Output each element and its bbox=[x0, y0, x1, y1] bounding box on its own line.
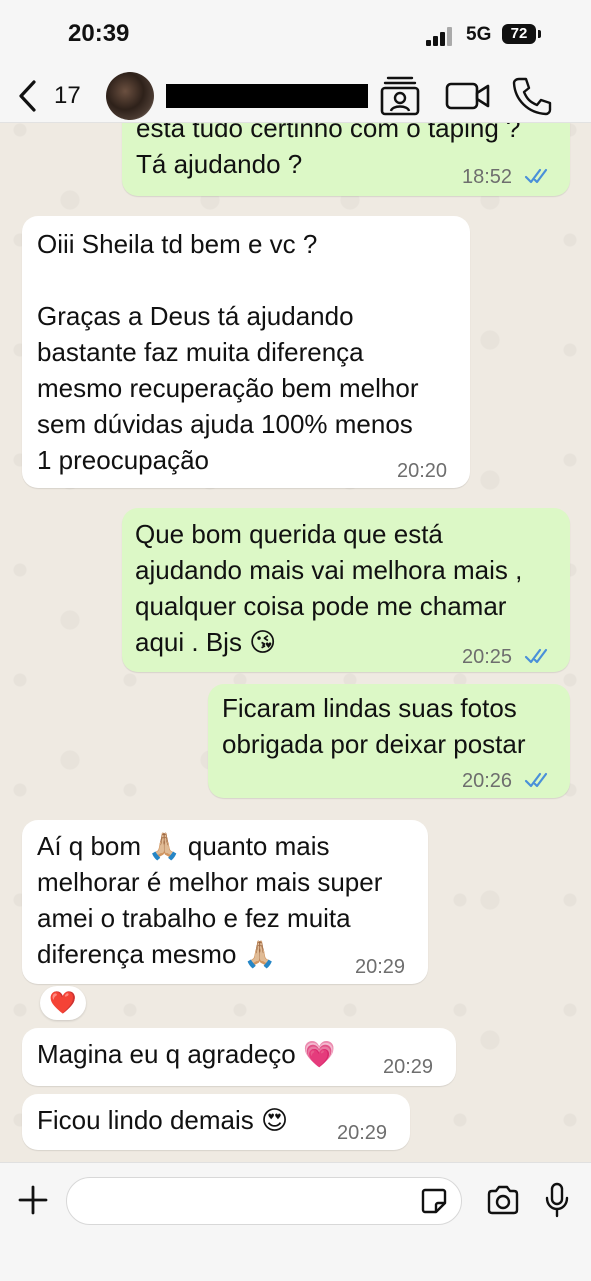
chat-header: 17 bbox=[0, 70, 591, 123]
message-bubble-outgoing[interactable]: Que bom querida que está ajudando mais v… bbox=[122, 508, 570, 672]
message-time: 20:26 bbox=[462, 770, 513, 792]
network-type: 5G bbox=[466, 24, 492, 45]
plus-icon[interactable] bbox=[18, 1185, 48, 1215]
contact-card-icon[interactable] bbox=[378, 74, 422, 118]
chevron-left-icon bbox=[19, 80, 36, 112]
message-time: 20:25 bbox=[462, 646, 513, 668]
reaction-heart[interactable]: ❤️ bbox=[40, 986, 86, 1020]
message-bubble-incoming[interactable]: Magina eu q agradeço 💗 20:29 bbox=[22, 1028, 456, 1086]
message-text: Oiii Sheila td bem e vc ? Graças a Deus … bbox=[37, 229, 419, 475]
message-input[interactable] bbox=[81, 1186, 415, 1216]
message-time: 20:29 bbox=[337, 1122, 388, 1144]
message-text: Magina eu q agradeço 💗 bbox=[37, 1039, 336, 1069]
message-text: Que bom querida que está ajudando mais v… bbox=[135, 519, 523, 657]
microphone-icon[interactable] bbox=[544, 1181, 570, 1219]
signal-icon bbox=[426, 26, 456, 46]
message-composer bbox=[0, 1162, 591, 1281]
double-check-icon bbox=[524, 168, 548, 184]
battery-tip bbox=[538, 30, 541, 38]
contact-name-redacted[interactable] bbox=[166, 84, 368, 108]
phone-icon[interactable] bbox=[510, 74, 554, 118]
message-bubble-outgoing[interactable]: Ficaram lindas suas fotos obrigada por d… bbox=[208, 684, 570, 798]
battery-icon: 72 bbox=[502, 24, 536, 44]
message-time: 20:29 bbox=[355, 956, 406, 978]
status-bar: 20:39 5G 72 bbox=[0, 0, 591, 70]
double-check-icon bbox=[524, 648, 548, 664]
message-text: Ficou lindo demais 😍 bbox=[37, 1105, 289, 1135]
sticker-icon[interactable] bbox=[420, 1187, 448, 1215]
message-time: 18:52 bbox=[462, 166, 513, 188]
double-check-icon bbox=[524, 772, 548, 788]
unread-count: 17 bbox=[54, 82, 81, 109]
message-text: Ficaram lindas suas fotos obrigada por d… bbox=[222, 693, 526, 759]
message-bubble-incoming[interactable]: Oiii Sheila td bem e vc ? Graças a Deus … bbox=[22, 216, 470, 488]
message-list[interactable]: está tudo certinho com o taping ? Tá aju… bbox=[0, 0, 591, 1280]
message-bubble-incoming[interactable]: Ficou lindo demais 😍 20:29 bbox=[22, 1094, 410, 1150]
message-bubble-incoming[interactable]: Aí q bom 🙏🏼 quanto mais melhorar é melho… bbox=[22, 820, 428, 984]
message-time: 20:29 bbox=[383, 1056, 434, 1078]
message-text: Aí q bom 🙏🏼 quanto mais melhorar é melho… bbox=[37, 831, 383, 969]
camera-icon[interactable] bbox=[486, 1185, 520, 1215]
status-time: 20:39 bbox=[68, 20, 130, 47]
message-time: 20:20 bbox=[397, 460, 448, 482]
message-input-field[interactable] bbox=[66, 1177, 462, 1225]
video-call-icon[interactable] bbox=[444, 74, 492, 118]
avatar[interactable] bbox=[106, 72, 154, 120]
back-button[interactable]: 17 bbox=[16, 76, 96, 116]
